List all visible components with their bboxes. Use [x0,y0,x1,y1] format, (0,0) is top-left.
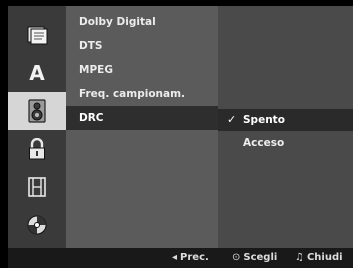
menu-item-label: Dolby Digital [79,16,156,28]
audio-speaker-icon[interactable] [8,92,66,130]
return-button-icon: ♫ [295,252,304,263]
menu-item-mpeg[interactable]: MPEG [66,58,218,82]
menu-item-label: Freq. campionam. [79,88,186,100]
drc-options-list: ✓ Spento Acceso [218,6,353,248]
menu-item-sample-frequency[interactable]: Freq. campionam. [66,82,218,106]
menu-item-label: MPEG [79,64,113,76]
lock-icon[interactable] [8,130,66,168]
help-select-label: Scegli [243,252,278,263]
left-arrow-icon: ◂ [172,252,178,263]
category-rail: A [8,6,66,248]
audio-menu-list: Dolby Digital DTS MPEG Freq. campionam. … [66,6,218,248]
help-bar: ◂ Prec. ⊙ Scegli ♫ Chiudi [8,248,353,268]
enter-button-icon: ⊙ [232,252,241,263]
disc-settings-icon[interactable] [8,16,66,54]
option-label: Acceso [243,137,285,149]
menu-item-label: DRC [79,112,104,124]
help-select: ⊙ Scegli [232,248,277,268]
help-prev: ◂ Prec. [172,248,209,268]
help-close-label: Chiudi [306,252,343,263]
option-spento[interactable]: ✓ Spento [218,109,353,131]
language-icon[interactable]: A [8,54,66,92]
disc-icon[interactable] [8,206,66,244]
menu-item-dts[interactable]: DTS [66,34,218,58]
menu-item-dolby-digital[interactable]: Dolby Digital [66,10,218,34]
film-strip-icon[interactable] [8,168,66,206]
language-glyph: A [29,61,45,85]
option-label: Spento [243,114,285,126]
help-close: ♫ Chiudi [295,248,343,268]
menu-item-label: DTS [79,40,103,52]
option-acceso[interactable]: Acceso [218,132,353,154]
help-prev-label: Prec. [180,252,209,263]
check-icon: ✓ [227,113,237,126]
menu-item-drc[interactable]: DRC [66,106,218,130]
setup-menu-screen: A Dolby Digital DTS MPEG Freq. campionam… [0,0,353,268]
